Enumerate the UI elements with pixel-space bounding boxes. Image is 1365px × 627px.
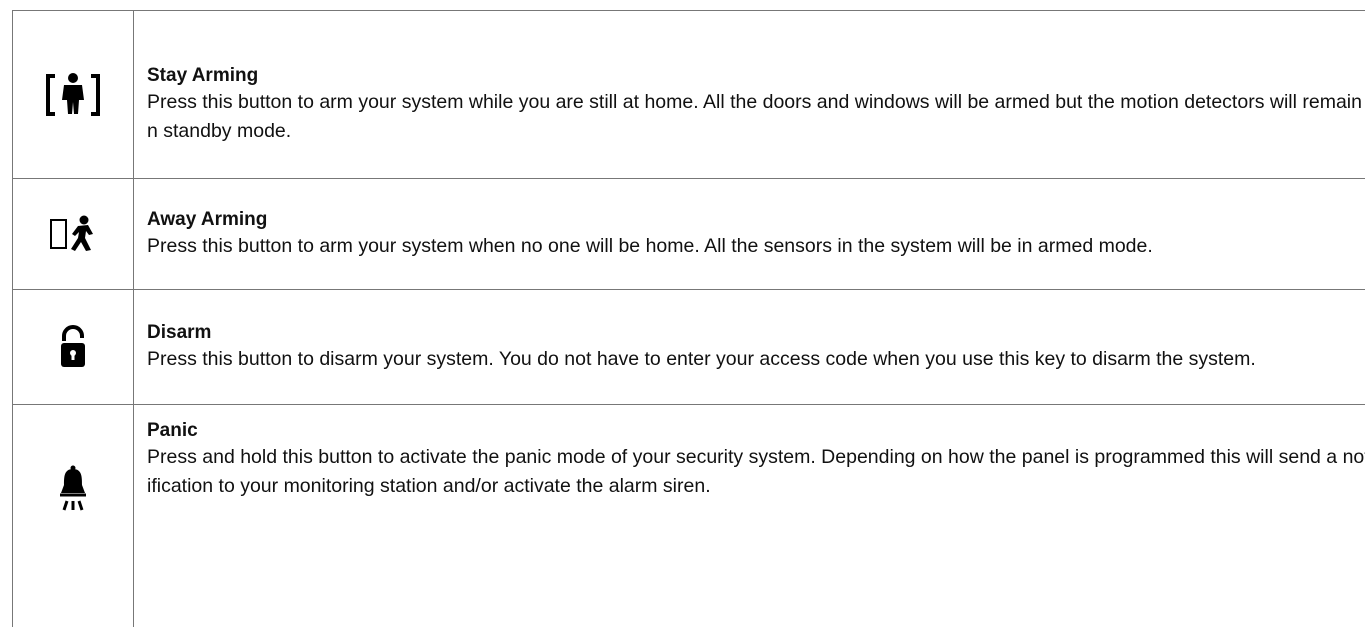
row-title: Stay Arming (147, 64, 259, 86)
row-title: Disarm (147, 321, 212, 343)
table-row-stay-arming: Stay Arming Press this button to arm you… (12, 11, 1365, 179)
icon-cell (12, 179, 134, 289)
text-cell: Away Arming Press this button to arm you… (134, 179, 1365, 289)
text-cell: Stay Arming Press this button to arm you… (134, 11, 1365, 178)
icon-cell (12, 290, 134, 404)
row-description: Press this button to disarm your system.… (147, 347, 1256, 370)
text-cell: Panic Press and hold this button to acti… (134, 405, 1365, 627)
unlock-icon (61, 325, 85, 367)
keypad-buttons-table: Stay Arming Press this button to arm you… (12, 10, 1365, 627)
row-title: Away Arming (147, 208, 268, 230)
table-row-panic: Panic Press and hold this button to acti… (12, 405, 1365, 627)
icon-cell (12, 11, 134, 178)
stay-arming-icon (46, 72, 100, 116)
alarm-bell-icon (60, 465, 86, 511)
row-description: Press this button to arm your system whi… (147, 90, 1365, 142)
table-row-away-arming: Away Arming Press this button to arm you… (12, 179, 1365, 290)
table-row-disarm: Disarm Press this button to disarm your … (12, 290, 1365, 405)
row-title: Panic (147, 420, 198, 441)
row-description: Press and hold this button to activate t… (147, 446, 1365, 497)
row-description: Press this button to arm your system whe… (147, 234, 1153, 257)
away-arming-icon (50, 215, 93, 251)
icon-cell (12, 405, 134, 627)
text-cell: Disarm Press this button to disarm your … (134, 290, 1365, 404)
